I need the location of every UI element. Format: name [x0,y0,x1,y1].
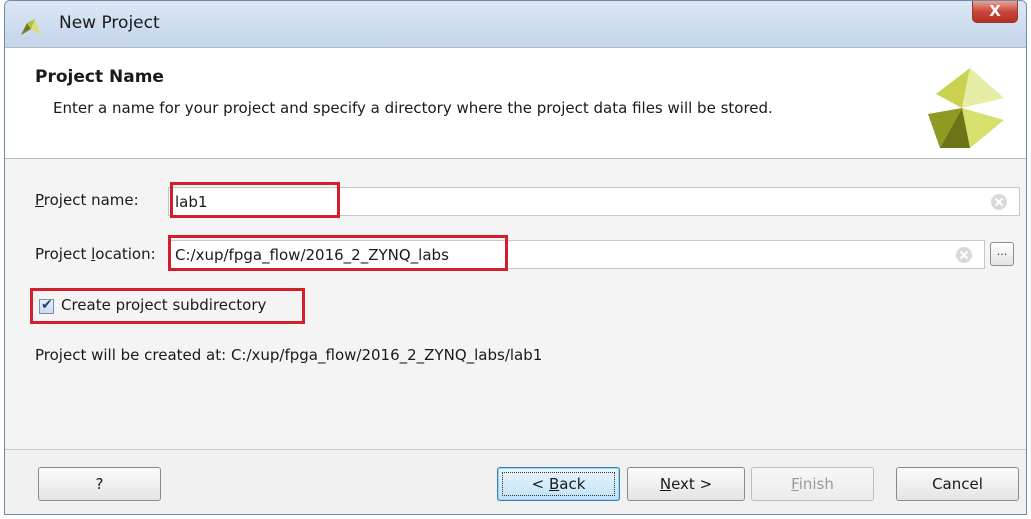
footer-divider [5,449,1026,450]
close-icon: X [989,2,1001,20]
project-name-label: Project name: [35,191,139,209]
browse-location-button[interactable]: ... [990,242,1014,266]
finish-button[interactable]: Finish [751,467,874,501]
page-title: Project Name [35,67,164,87]
project-name-highlight [170,182,340,218]
project-location-label: Project location: [35,245,156,263]
focus-rectangle [502,472,615,496]
new-project-dialog: New Project X Project Name Enter a name … [4,0,1027,515]
clear-location-icon[interactable] [956,247,972,263]
cancel-button[interactable]: Cancel [896,467,1019,501]
create-subdirectory-highlight [30,288,305,324]
vivado-logo-icon [928,68,1004,148]
project-location-highlight [168,235,508,271]
vivado-app-icon [21,19,41,35]
help-button[interactable]: ? [38,467,161,501]
back-button[interactable]: < Back [497,467,620,501]
next-button[interactable]: Next > [627,467,745,501]
ellipsis-icon: ... [996,245,1008,258]
title-bar[interactable]: New Project X [5,1,1026,48]
window-title: New Project [59,13,160,33]
clear-name-icon[interactable] [991,194,1007,210]
page-header: Project Name Enter a name for your proje… [5,48,1026,159]
page-description: Enter a name for your project and specif… [53,99,773,117]
form-area: Project name: lab1 Project location: C:/… [5,159,1026,449]
project-path-summary: Project will be created at: C:/xup/fpga_… [35,346,543,364]
close-button[interactable]: X [972,1,1018,23]
